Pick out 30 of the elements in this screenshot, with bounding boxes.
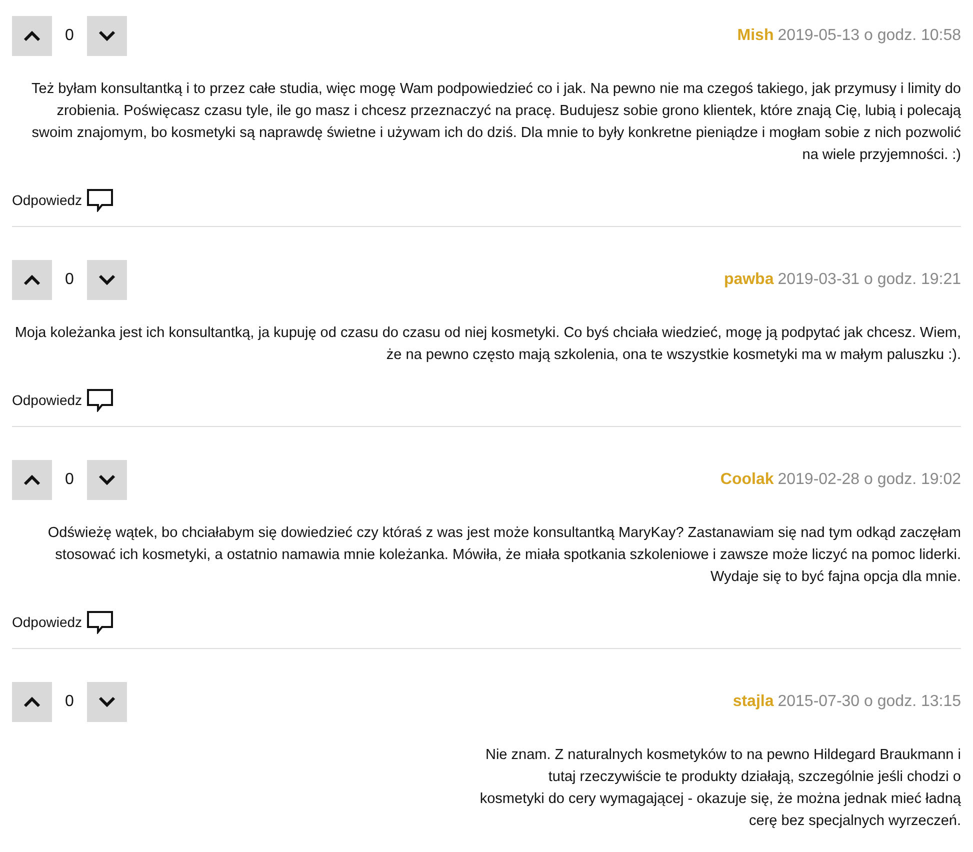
speech-bubble-icon <box>86 610 114 634</box>
author-name[interactable]: pawba <box>724 268 774 292</box>
upvote-button[interactable] <box>12 460 52 500</box>
author-name[interactable]: Mish <box>737 24 774 48</box>
comment-date: 2015-07-30 o godz. 13:15 <box>778 692 961 712</box>
downvote-button[interactable] <box>87 460 127 500</box>
comment-text: Odświeżę wątek, bo chciałabym się dowiedzieć czy któraś z was jest może konsultantką MaryKay? Zastanawiam się nad tym odkąd zaczęłam stosować ich kosmetyki, a ostatnio namawia mnie koleżanka. Mówiła, że miała spotkania szkoleniowe i zawsze może liczyć na pomoc liderki. Wydaje się to być fajna opcja dla mnie. <box>46 524 961 587</box>
comment-text: Moja koleżanka jest ich konsultantką, ja kupuję od czasu do czasu od niej kosmetyki. Co byś chciała wiedzieć, mogę ją podpytać jak chcesz. Wiem, że na pewno często mają szkolenia, ona te wszystkie kosmetyki ma w małym paluszku :). <box>14 324 961 365</box>
upvote-button[interactable] <box>12 682 52 722</box>
comment-date: 2019-03-31 o godz. 19:21 <box>778 270 961 290</box>
vote-count: 0 <box>64 470 75 490</box>
reply-link[interactable]: Odpowiedz <box>12 610 114 634</box>
reply-link[interactable]: Odpowiedz <box>12 388 114 412</box>
downvote-button[interactable] <box>87 16 127 56</box>
vote-count: 0 <box>64 692 75 712</box>
comment-date: 2019-02-28 o godz. 19:02 <box>778 470 961 490</box>
reply-link[interactable]: Odpowiedz <box>12 188 114 212</box>
comment-date: 2019-05-13 o godz. 10:58 <box>778 26 961 46</box>
downvote-button[interactable] <box>87 682 127 722</box>
speech-bubble-icon <box>86 188 114 212</box>
author-name[interactable]: Coolak <box>720 468 774 492</box>
upvote-button[interactable] <box>12 16 52 56</box>
speech-bubble-icon <box>86 388 114 412</box>
upvote-button[interactable] <box>12 260 52 300</box>
comment-text: Też byłam konsultantką i to przez całe studia, więc mogę Wam podpowiedzieć co i jak. Na pewno nie ma czegoś takiego, jak przymusy i limity do zrobienia. Poświęcasz czasu tyle, ile go masz i chcesz przeznaczyć na pracę. Budujesz sobie grono klientek, które znają Cię, lubią i polecają swoim znajomym, bo kosmetyki są naprawdę świetne i używam ich do dziś. Dla mnie to były konkretne pieniądze i mogłam sobie z nich pozwolić na wiele przyjemności. :) <box>30 80 961 165</box>
vote-count: 0 <box>64 270 75 290</box>
downvote-button[interactable] <box>87 260 127 300</box>
author-name[interactable]: stajla <box>732 690 774 714</box>
vote-count: 0 <box>64 26 75 46</box>
comment-text: Nie znam. Z naturalnych kosmetyków to na pewno Hildegard Braukmann i tutaj rzeczywiście te produkty działają, szczególnie jeśli chodzi o kosmetyki do cery wymagającej - okazuje się, że można jednak mieć ładną cerę bez specjalnych wyrzeczeń. <box>478 746 961 831</box>
